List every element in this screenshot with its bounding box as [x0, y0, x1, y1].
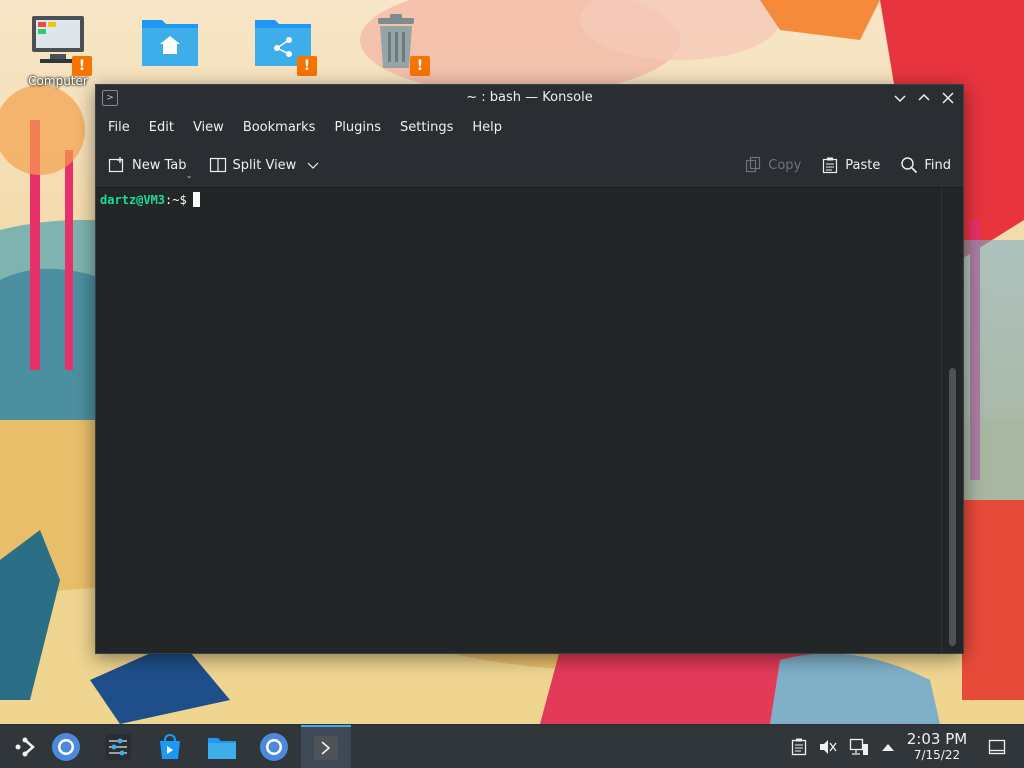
desktop-icon-label: Computer: [28, 74, 88, 88]
application-launcher-icon: [15, 737, 35, 757]
task-system-settings[interactable]: [93, 725, 143, 768]
menu-bookmarks[interactable]: Bookmarks: [235, 120, 324, 135]
menu-settings[interactable]: Settings: [392, 120, 461, 135]
trash-icon: !: [366, 12, 430, 76]
desktop-icon-network[interactable]: !: [241, 12, 325, 76]
show-desktop-button[interactable]: [987, 737, 1007, 757]
konsole-icon: [314, 736, 338, 760]
task-chromium-2[interactable]: [249, 725, 299, 768]
terminal-view[interactable]: dartz@VM3:~$: [96, 188, 941, 652]
menu-bar: File Edit View Bookmarks Plugins Setting…: [96, 111, 963, 143]
task-discover[interactable]: [145, 725, 195, 768]
warning-badge-icon: !: [410, 56, 430, 76]
menu-edit[interactable]: Edit: [141, 120, 182, 135]
copy-icon: [746, 156, 761, 173]
menu-plugins[interactable]: Plugins: [326, 120, 389, 135]
warning-badge-icon: !: [72, 56, 92, 76]
text-cursor: [192, 192, 200, 207]
main-toolbar: New Tab ⌄ Split View Copy Paste Find: [96, 143, 963, 188]
split-view-button[interactable]: Split View: [209, 156, 321, 174]
menu-help[interactable]: Help: [464, 120, 510, 135]
menu-view[interactable]: View: [185, 120, 232, 135]
terminal-scrollbar[interactable]: [941, 188, 963, 652]
find-label: Find: [924, 157, 951, 173]
volume-muted-icon: [820, 740, 837, 754]
copy-button[interactable]: Copy: [744, 156, 801, 174]
chromium-icon: [260, 733, 288, 761]
split-view-icon: [209, 157, 226, 173]
konsole-window[interactable]: > ~ : bash — Konsole File Edit View Book…: [95, 84, 964, 654]
minimize-button[interactable]: [891, 85, 909, 111]
maximize-button[interactable]: [915, 85, 933, 111]
search-icon: [901, 157, 918, 174]
clock-time: 2:03 PM: [906, 730, 968, 748]
konsole-app-icon[interactable]: >: [102, 90, 118, 106]
expand-tray-icon: [882, 744, 894, 751]
desktop-icon-trash[interactable]: !: [354, 12, 438, 76]
find-button[interactable]: Find: [900, 156, 951, 174]
desktop-icon-computer[interactable]: ! Computer: [16, 12, 100, 88]
task-konsole[interactable]: [301, 725, 351, 768]
paste-icon: [823, 157, 838, 174]
task-dolphin[interactable]: [197, 725, 247, 768]
menu-file[interactable]: File: [100, 120, 138, 135]
home-folder-icon: [140, 12, 200, 72]
network-folder-icon: !: [253, 12, 317, 76]
window-controls: [891, 85, 957, 111]
tray-volume[interactable]: [818, 737, 838, 757]
prompt-user: dartz@VM3: [100, 193, 166, 207]
dropdown-indicator-icon: ⌄: [185, 171, 193, 180]
show-desktop-icon: [988, 739, 1006, 755]
warning-badge-icon: !: [297, 56, 317, 76]
discover-icon: [160, 733, 180, 759]
new-tab-button[interactable]: New Tab ⌄: [108, 156, 193, 180]
paste-label: Paste: [845, 157, 881, 173]
new-tab-icon: [108, 157, 124, 173]
window-title: ~ : bash — Konsole: [466, 90, 593, 105]
tray-network[interactable]: [849, 737, 869, 757]
clock-date: 7/15/22: [913, 748, 961, 762]
chevron-down-icon: [894, 95, 906, 103]
paste-button[interactable]: Paste: [821, 156, 880, 174]
digital-clock[interactable]: 2:03 PM 7/15/22: [900, 730, 974, 763]
split-view-label: Split View: [232, 157, 297, 173]
window-titlebar[interactable]: > ~ : bash — Konsole: [96, 85, 963, 111]
task-chromium[interactable]: [41, 725, 91, 768]
desktop-icon-home[interactable]: [128, 12, 212, 74]
clipboard-icon: [791, 738, 807, 756]
network-icon: [849, 738, 868, 755]
computer-icon: !: [28, 12, 92, 76]
close-button[interactable]: [939, 85, 957, 111]
new-tab-label: New Tab: [132, 157, 187, 173]
copy-label: Copy: [768, 157, 802, 173]
scrollbar-thumb[interactable]: [949, 368, 956, 646]
close-icon: [942, 92, 954, 104]
prompt-path: :~$: [165, 193, 187, 207]
taskbar: 2:03 PM 7/15/22: [0, 724, 1024, 768]
chromium-icon: [52, 733, 80, 761]
system-settings-icon: [105, 734, 131, 760]
tray-clipboard[interactable]: [789, 737, 809, 757]
tray-expand[interactable]: [878, 737, 898, 757]
dolphin-icon: [208, 738, 236, 759]
chevron-up-icon: [918, 93, 930, 101]
chevron-down-icon[interactable]: [306, 158, 320, 172]
